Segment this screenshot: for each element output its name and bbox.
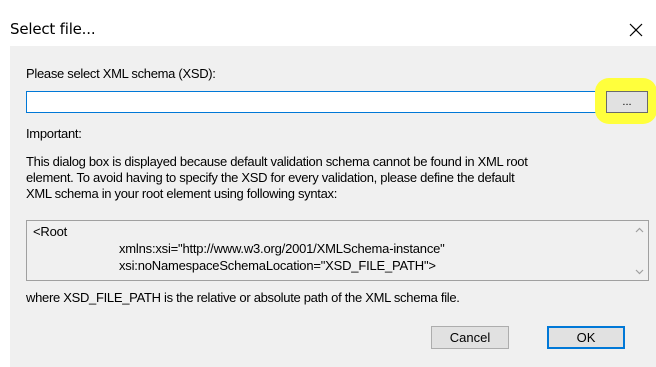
info-line: XML schema in your root element using fo… — [26, 186, 338, 201]
browse-button[interactable]: ... — [606, 91, 648, 113]
info-line: element. To avoid having to specify the … — [26, 170, 515, 185]
close-icon — [629, 23, 643, 37]
info-paragraph: This dialog box is displayed because def… — [26, 154, 646, 202]
select-file-dialog: Select file... Please select XML schema … — [0, 0, 656, 367]
vertical-scrollbar[interactable] — [631, 221, 648, 280]
important-label: Important: — [26, 126, 82, 141]
code-line: xsi:noNamespaceSchemaLocation="XSD_FILE_… — [119, 258, 436, 273]
close-button[interactable] — [619, 10, 655, 46]
dialog-body: Please select XML schema (XSD): ... Impo… — [10, 46, 656, 367]
footer-note: where XSD_FILE_PATH is the relative or a… — [26, 290, 460, 305]
code-line: xmlns:xsi="http://www.w3.org/2001/XMLSch… — [119, 241, 445, 256]
schema-label: Please select XML schema (XSD): — [26, 66, 216, 81]
chevron-down-icon — [635, 269, 644, 275]
dialog-title: Select file... — [10, 20, 96, 38]
code-line: <Root — [33, 224, 68, 239]
scroll-down-button[interactable] — [631, 263, 648, 280]
chevron-up-icon — [635, 227, 644, 233]
schema-path-input[interactable] — [26, 91, 598, 113]
syntax-example-box[interactable]: <Root xmlns:xsi="http://www.w3.org/2001/… — [26, 220, 649, 281]
cancel-button[interactable]: Cancel — [431, 326, 509, 349]
ok-button[interactable]: OK — [547, 326, 625, 349]
scroll-up-button[interactable] — [631, 221, 648, 238]
title-bar: Select file... — [0, 0, 656, 46]
info-line: This dialog box is displayed because def… — [26, 154, 528, 169]
